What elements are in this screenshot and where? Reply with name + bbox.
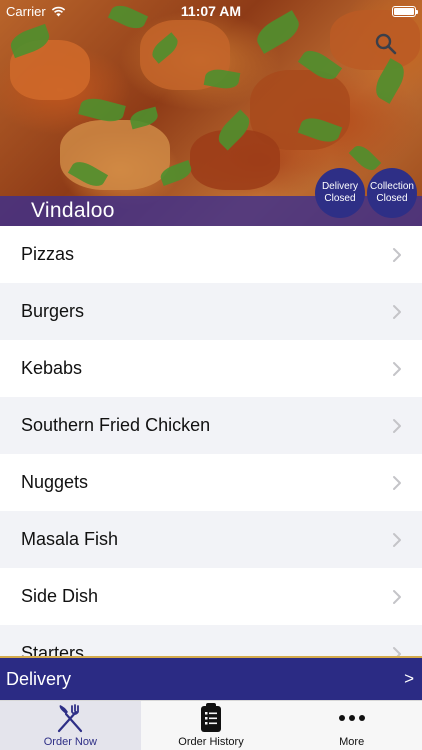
chevron-right-icon <box>393 418 401 433</box>
search-icon[interactable] <box>374 32 398 56</box>
battery-fill <box>394 7 414 15</box>
delivery-mode-arrow: > <box>404 669 414 688</box>
category-label: Burgers <box>21 301 85 321</box>
status-left: Carrier <box>6 4 66 19</box>
category-row-nuggets[interactable]: Nuggets <box>0 454 422 511</box>
tab-order-now[interactable]: Order Now <box>0 701 141 750</box>
herb-leaf <box>348 141 382 175</box>
clipboard-icon <box>194 701 228 734</box>
category-row-side-dish[interactable]: Side Dish <box>0 568 422 625</box>
tab-label: More <box>339 736 365 748</box>
wifi-icon <box>51 6 65 16</box>
fork-knife-icon <box>53 701 87 734</box>
category-label: Pizzas <box>21 244 75 264</box>
delivery-badge-line1: Delivery <box>321 181 359 192</box>
collection-badge-line1: Collection <box>370 181 414 192</box>
category-row-southern-fried-chicken[interactable]: Southern Fried Chicken <box>0 397 422 454</box>
carrier-label: Carrier <box>6 3 46 19</box>
category-row-kebabs[interactable]: Kebabs <box>0 340 422 397</box>
battery-icon <box>392 5 418 17</box>
category-label: Nuggets <box>21 472 89 492</box>
category-label: Masala Fish <box>21 529 119 549</box>
tab-label: Order History <box>178 736 244 748</box>
category-label: Side Dish <box>21 586 99 606</box>
tab-bar: Order Now Order History More <box>0 700 422 750</box>
restaurant-name: Vindaloo <box>31 199 115 222</box>
food-chunk <box>60 120 170 190</box>
category-row-masala-fish[interactable]: Masala Fish <box>0 511 422 568</box>
chevron-right-icon <box>393 532 401 547</box>
chevron-right-icon <box>393 361 401 376</box>
collection-status-badge: Collection Closed <box>367 168 417 218</box>
category-list: Pizzas Burgers Kebabs Southern Fried Chi… <box>0 226 422 657</box>
chevron-right-icon <box>393 304 401 319</box>
category-row-burgers[interactable]: Burgers <box>0 283 422 340</box>
category-label: Kebabs <box>21 358 83 378</box>
tab-order-history[interactable]: Order History <box>141 701 282 750</box>
category-row-pizzas[interactable]: Pizzas <box>0 226 422 283</box>
tab-more[interactable]: More <box>281 701 422 750</box>
more-dots-icon <box>335 701 369 734</box>
delivery-badge-line2: Closed <box>324 193 356 204</box>
collection-badge-line2: Closed <box>376 193 408 204</box>
status-bar: Carrier 11:07 AM <box>0 0 422 22</box>
delivery-mode-bar[interactable]: Delivery > <box>0 656 422 700</box>
category-label: Starters <box>21 643 85 657</box>
chevron-right-icon <box>393 247 401 262</box>
category-row-starters[interactable]: Starters <box>0 625 422 657</box>
category-label: Southern Fried Chicken <box>21 415 211 435</box>
tab-label: Order Now <box>43 736 97 748</box>
chevron-right-icon <box>393 475 401 490</box>
chevron-right-icon <box>393 589 401 604</box>
delivery-status-badge: Delivery Closed <box>315 168 365 218</box>
delivery-mode-label: Delivery <box>6 668 72 689</box>
